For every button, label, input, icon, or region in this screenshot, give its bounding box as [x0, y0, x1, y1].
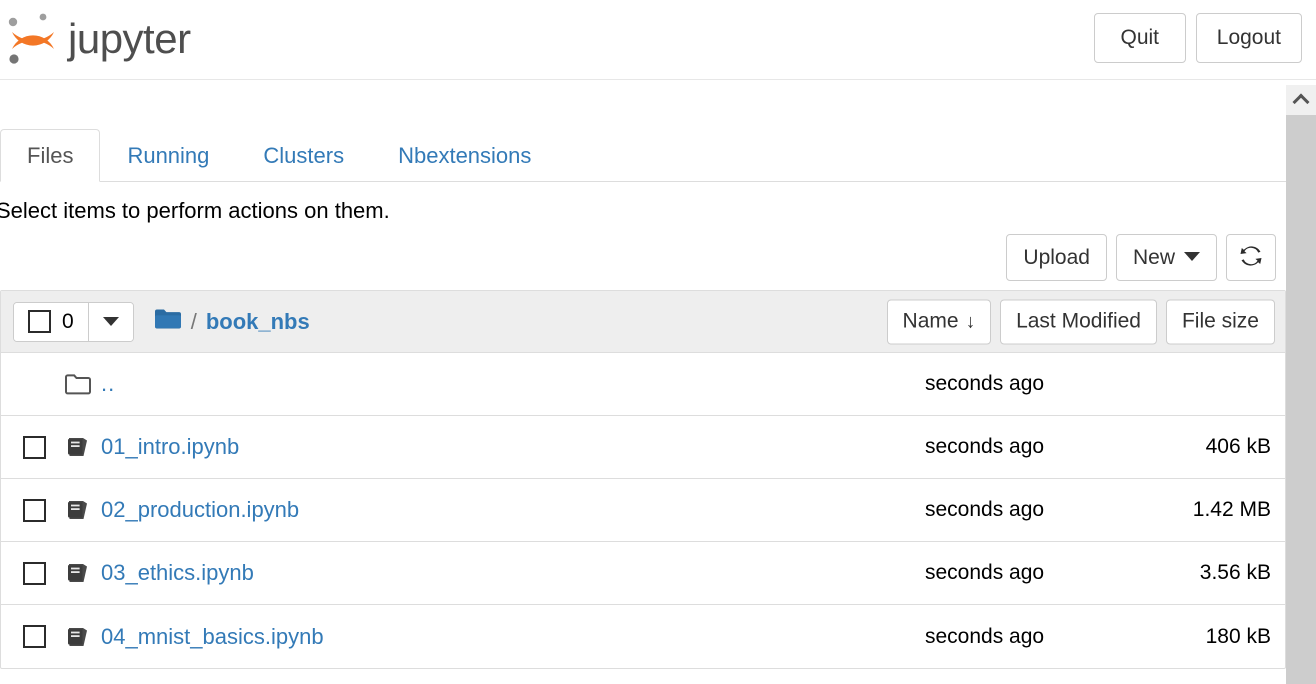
row-checkbox-cell — [13, 562, 55, 585]
new-dropdown-label: New — [1133, 246, 1175, 269]
folder-filled-icon[interactable] — [154, 308, 182, 336]
sort-name-label: Name — [903, 309, 959, 332]
sort-buttons: Name ↓ Last Modified File size — [887, 299, 1275, 344]
table-row[interactable]: 04_mnist_basics.ipynb seconds ago 180 kB — [1, 605, 1285, 668]
breadcrumb-separator: / — [191, 309, 197, 335]
main-content: Files Running Clusters Nbextensions Sele… — [0, 122, 1286, 669]
row-modified: seconds ago — [913, 435, 1145, 459]
row-modified: seconds ago — [913, 372, 1145, 396]
breadcrumb: / book_nbs — [154, 308, 310, 336]
tab-running[interactable]: Running — [100, 129, 236, 182]
notebook-icon — [55, 561, 101, 585]
notebook-icon — [55, 435, 101, 459]
refresh-icon — [1239, 244, 1263, 272]
row-checkbox-cell — [13, 499, 55, 522]
row-modified: seconds ago — [913, 625, 1145, 649]
row-size: 180 kB — [1145, 625, 1271, 649]
jupyter-logo-icon — [4, 8, 66, 70]
table-row[interactable]: 01_intro.ipynb seconds ago 406 kB — [1, 416, 1285, 479]
sort-by-filesize-button[interactable]: File size — [1166, 299, 1275, 344]
tab-clusters[interactable]: Clusters — [236, 129, 371, 182]
selection-notice: Select items to perform actions on them. — [0, 182, 1286, 224]
refresh-button[interactable] — [1226, 234, 1276, 281]
row-size: 1.42 MB — [1145, 498, 1271, 522]
new-dropdown-button[interactable]: New — [1116, 234, 1217, 281]
row-checkbox[interactable] — [23, 499, 46, 522]
tab-bar-wrapper: Files Running Clusters Nbextensions — [0, 122, 1286, 182]
upload-button[interactable]: Upload — [1006, 234, 1107, 281]
quit-button[interactable]: Quit — [1094, 13, 1186, 63]
scrollbar-up-button[interactable] — [1286, 85, 1316, 115]
select-all-group: 0 — [13, 302, 134, 342]
chevron-up-icon — [1293, 94, 1310, 111]
notebook-icon — [55, 625, 101, 649]
table-row[interactable]: 03_ethics.ipynb seconds ago 3.56 kB — [1, 542, 1285, 605]
vertical-scrollbar[interactable] — [1286, 85, 1316, 684]
row-size: 406 kB — [1145, 435, 1271, 459]
select-all-checkbox[interactable]: 0 — [14, 303, 88, 341]
chevron-down-icon — [103, 317, 119, 326]
row-checkbox[interactable] — [23, 625, 46, 648]
row-checkbox[interactable] — [23, 562, 46, 585]
action-bar-buttons: Upload New — [1006, 234, 1276, 281]
breadcrumb-link-book_nbs[interactable]: book_nbs — [206, 309, 310, 335]
file-link-parent[interactable]: .. — [101, 371, 913, 397]
notebook-icon — [55, 498, 101, 522]
table-row[interactable]: 02_production.ipynb seconds ago 1.42 MB — [1, 479, 1285, 542]
jupyter-file-browser: jupyter Quit Logout Files Running Cluste… — [0, 0, 1316, 684]
action-bar: Upload New — [0, 234, 1286, 290]
file-link[interactable]: 02_production.ipynb — [101, 497, 913, 523]
table-row[interactable]: .. seconds ago — [1, 353, 1285, 416]
row-size: 3.56 kB — [1145, 561, 1271, 585]
tab-nbextensions[interactable]: Nbextensions — [371, 129, 558, 182]
row-modified: seconds ago — [913, 561, 1145, 585]
sort-by-name-button[interactable]: Name ↓ — [887, 299, 992, 344]
jupyter-wordmark: jupyter — [68, 18, 191, 60]
row-checkbox[interactable] — [23, 436, 46, 459]
select-menu-dropdown[interactable] — [88, 303, 133, 341]
sort-by-modified-button[interactable]: Last Modified — [1000, 299, 1157, 344]
file-list-toolbar: 0 / book_nbs — [1, 291, 1285, 353]
tab-bar: Files Running Clusters Nbextensions — [0, 129, 1286, 182]
sort-descending-arrow-icon: ↓ — [966, 311, 976, 332]
file-list: 0 / book_nbs — [0, 290, 1286, 669]
tab-files[interactable]: Files — [0, 129, 100, 182]
logout-button[interactable]: Logout — [1196, 13, 1302, 63]
row-checkbox-cell — [13, 625, 55, 648]
jupyter-logo[interactable]: jupyter — [4, 8, 191, 70]
header-actions: Quit Logout — [1094, 13, 1302, 63]
file-link[interactable]: 04_mnist_basics.ipynb — [101, 624, 913, 650]
chevron-down-icon — [1184, 252, 1200, 261]
row-modified: seconds ago — [913, 498, 1145, 522]
folder-outline-icon — [55, 372, 101, 396]
checkbox-unchecked-icon — [28, 310, 51, 333]
file-link[interactable]: 01_intro.ipynb — [101, 434, 913, 460]
selected-count: 0 — [62, 310, 74, 334]
file-link[interactable]: 03_ethics.ipynb — [101, 560, 913, 586]
page-header: jupyter Quit Logout — [0, 0, 1316, 80]
row-checkbox-cell — [13, 436, 55, 459]
